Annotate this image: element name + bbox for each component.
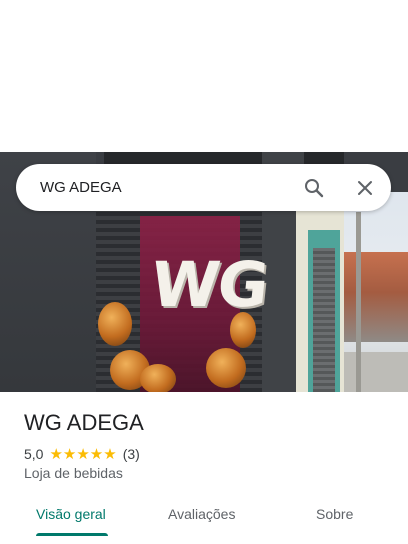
rating-value: 5,0	[24, 446, 44, 462]
search-input[interactable]: WG ADEGA	[40, 179, 122, 196]
rating-row[interactable]: 5,0 ★★★★★ (3)	[24, 445, 140, 463]
graffiti-barrel	[230, 312, 256, 348]
search-icon[interactable]	[302, 176, 326, 200]
place-category: Loja de bebidas	[24, 465, 123, 481]
place-title: WG ADEGA	[24, 410, 144, 435]
photo-pole	[356, 212, 361, 392]
graffiti-barrel	[140, 364, 176, 392]
photo-top-sign	[104, 152, 344, 164]
photo-street	[344, 352, 408, 392]
close-icon[interactable]	[353, 176, 377, 200]
tab-reviews[interactable]: Avaliações	[168, 506, 235, 522]
review-count[interactable]: (3)	[123, 446, 140, 462]
search-bar[interactable]: WG ADEGA	[16, 164, 391, 211]
place-tabs: Visão geral Avaliações Sobre	[0, 496, 408, 544]
photo-door-shutter	[313, 248, 335, 392]
tab-active-indicator	[36, 533, 108, 536]
graffiti-barrel	[206, 348, 246, 388]
photo-houses	[344, 252, 408, 342]
graffiti-barrel	[98, 302, 132, 346]
tab-overview[interactable]: Visão geral	[36, 506, 106, 522]
tab-about[interactable]: Sobre	[316, 506, 353, 522]
rating-stars-icon: ★★★★★	[49, 446, 117, 463]
top-blank-area	[0, 0, 408, 152]
